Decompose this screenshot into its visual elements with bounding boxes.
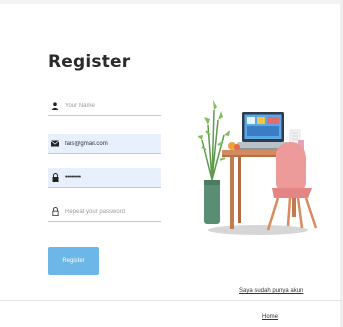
envelope-icon: [50, 139, 60, 149]
lock-icon: [50, 173, 60, 183]
email-field: [48, 134, 161, 154]
floor-shadow: [208, 225, 308, 235]
password-field: [48, 168, 161, 188]
plant-icon: [198, 100, 230, 224]
lock-outline-icon: [50, 207, 60, 217]
bottom-divider: [0, 300, 343, 301]
email-input[interactable]: [65, 140, 157, 147]
login-link[interactable]: Saya sudah punya akun: [239, 288, 303, 294]
register-page: Register Register: [0, 0, 343, 327]
repeat-password-field: [48, 202, 161, 222]
name-input[interactable]: [65, 102, 157, 109]
person-icon: [50, 101, 60, 111]
register-button[interactable]: Register: [48, 247, 99, 275]
password-input[interactable]: [65, 174, 157, 181]
workspace-illustration: [198, 100, 318, 235]
name-field: [48, 96, 161, 116]
repeat-password-input[interactable]: [65, 208, 157, 215]
home-link[interactable]: Home: [262, 314, 278, 320]
top-edge: [0, 0, 343, 4]
page-title: Register: [48, 52, 131, 72]
